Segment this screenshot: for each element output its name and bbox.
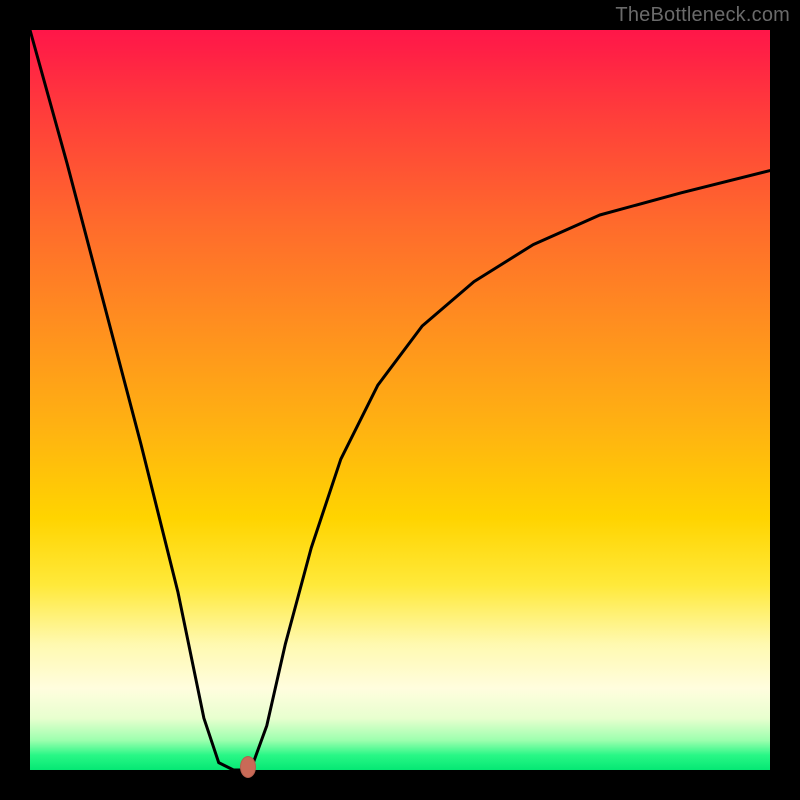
plot-area: [30, 30, 770, 770]
curve-svg: [30, 30, 770, 770]
watermark-text: TheBottleneck.com: [615, 4, 790, 27]
chart-frame: TheBottleneck.com: [0, 0, 800, 800]
bottleneck-curve-path: [30, 30, 770, 770]
optimum-marker: [240, 756, 256, 778]
